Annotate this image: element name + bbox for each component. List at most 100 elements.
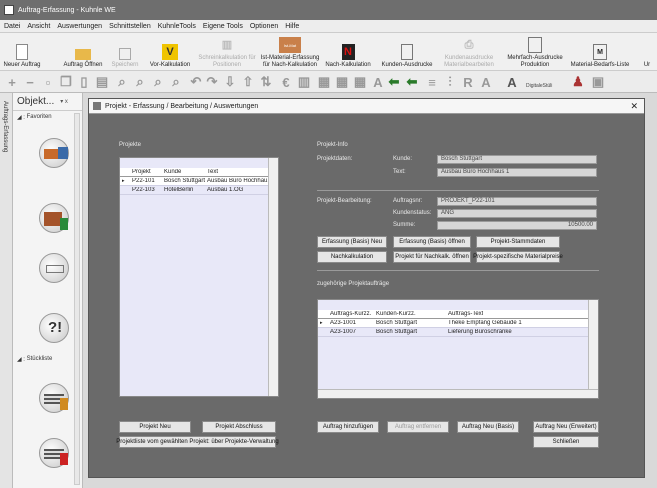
customer-printouts-button[interactable]: Kunden-Ausdrucke (380, 35, 434, 69)
multi-printouts-button[interactable]: Mehrfach-Ausdrucke Produktion (505, 35, 565, 69)
open-order-button[interactable]: Auftrag Öffnen (62, 35, 104, 69)
postcalc-button[interactable]: N Nach-Kalkulation (324, 35, 372, 69)
printout-icon (401, 44, 413, 60)
project-list-button[interactable]: Projektliste vom gewählten Projekt: über… (116, 436, 279, 448)
menu-ansicht[interactable]: Ansicht (27, 23, 50, 30)
article-icon[interactable] (39, 203, 69, 233)
project-info-label: Projekt-Info (317, 142, 348, 148)
postcalc-button[interactable]: Nachkalkulation (317, 251, 387, 263)
actual-material-button[interactable]: Ist-Mat Ist-Material-Erfassung für Nach-… (258, 35, 322, 69)
order-remove-button[interactable]: Auftrag entfernen (387, 421, 449, 433)
menu-optionen[interactable]: Optionen (250, 23, 278, 30)
arrow-right-green-icon[interactable]: ⬅ (404, 74, 420, 90)
copy-icon[interactable]: ❐ (58, 74, 74, 90)
undo-icon[interactable]: ↶ (188, 74, 204, 90)
move-down-icon[interactable]: ⇩ (222, 74, 238, 90)
digital-label: DigitaleStüli (526, 83, 553, 89)
new-order-button[interactable]: Neuer Auftrag (2, 35, 42, 69)
zoom-in-icon[interactable]: ⌕ (132, 74, 148, 90)
chart-icon: ▥ (221, 38, 233, 51)
order-new-basis-button[interactable]: Auftrag Neu (Basis) (457, 421, 519, 433)
grid1-icon[interactable]: ▦ (316, 74, 332, 90)
panel-scrollbar[interactable] (74, 113, 80, 485)
bom-g-icon[interactable] (39, 383, 69, 413)
zoom-out-icon[interactable]: ⌕ (150, 74, 166, 90)
customer-status-field: ANG (437, 209, 597, 218)
person-icon[interactable]: ♟ (570, 74, 586, 90)
format-icon[interactable]: ≡ (424, 74, 440, 90)
minus-icon[interactable]: − (22, 74, 38, 90)
replace-icon[interactable]: R (460, 74, 476, 90)
grid2-icon[interactable]: ▦ (334, 74, 350, 90)
text-a-icon[interactable]: A (370, 74, 386, 90)
keyboard-icon[interactable] (39, 253, 69, 283)
material-icon: Ist-Mat (279, 37, 301, 53)
save-button[interactable]: Speichern (110, 35, 140, 69)
basis-open-button[interactable]: Erfassung (Basis) öffnen (393, 236, 471, 248)
order-new-ext-button[interactable]: Auftrag Neu (Erweitert) (533, 421, 599, 433)
text-size-icon[interactable]: A (478, 74, 494, 90)
orders-grid-vscrollbar[interactable] (588, 300, 598, 389)
arrow-left-green-icon[interactable]: ⬅ (386, 74, 402, 90)
menu-hilfe[interactable]: Hilfe (285, 23, 299, 30)
projects-grid[interactable]: Projekt Kunde Text ▸ P22-101 Bosch Stutt… (119, 157, 279, 397)
pin-close-icon[interactable]: ▾ x (60, 98, 68, 105)
help-question-icon[interactable]: ?! (39, 313, 69, 343)
group-bom[interactable]: ◢ : Stückliste (13, 353, 52, 365)
vtab-order-entry[interactable]: Auftrags-Erfassung (2, 101, 8, 152)
supplier-printouts-button[interactable]: ⎙ Kundenausdrucke Materialbearbeiten (440, 35, 498, 69)
list-icon[interactable]: ▤ (94, 74, 110, 90)
question-mark-icon: ?! (48, 319, 63, 336)
material-list-button[interactable]: M Material-Bedarfs-Liste (570, 35, 630, 69)
redo-icon[interactable]: ↷ (204, 74, 220, 90)
sort-icon[interactable]: ⇅ (258, 74, 274, 90)
labor-calc-button[interactable]: ▥ Schreinkalkulation für Positionen (198, 35, 256, 69)
currency-icon[interactable]: € (278, 74, 294, 90)
orders-grid[interactable]: Auftrags-Kurzz. Kunden-Kurzz. Auftrags-T… (317, 299, 599, 399)
plus-icon[interactable]: + (4, 74, 20, 90)
basis-new-button[interactable]: Erfassung (Basis) Neu (317, 236, 387, 248)
project-edit-label: Projekt-Bearbeitung: (317, 198, 372, 204)
printer-icon: ⎙ (464, 38, 474, 51)
customer-status-label: Kundenstatus: (393, 210, 432, 216)
orders-grid-hscrollbar[interactable] (318, 389, 598, 398)
move-up-icon[interactable]: ⇧ (240, 74, 256, 90)
text-field: Ausbau Büro Hochhaus 1 (437, 168, 597, 177)
more-button[interactable]: Ur (640, 35, 654, 69)
grid3-icon[interactable]: ▦ (352, 74, 368, 90)
menu-eigene-tools[interactable]: Eigene Tools (203, 23, 243, 30)
table-row[interactable]: P22-103 HotelBerlin Ausbau 1.OG (120, 186, 268, 195)
project-new-button[interactable]: Projekt Neu (119, 421, 191, 433)
precalc-button[interactable]: V Vor-Kalkulation (147, 35, 193, 69)
menu-auswertungen[interactable]: Auswertungen (57, 23, 102, 30)
delete-icon[interactable]: ▯ (76, 74, 92, 90)
main-toolbar: Neuer Auftrag Auftrag Öffnen Speichern V… (0, 33, 657, 71)
project-dialog: Projekt - Erfassung / Bearbeitung / Ausw… (88, 98, 645, 478)
project-close-button[interactable]: Projekt Abschluss (202, 421, 276, 433)
table-row[interactable]: ▸ P22-101 Bosch Stuttgart Ausbau Büro Ho… (120, 177, 269, 186)
menu-datei[interactable]: Datei (4, 23, 20, 30)
font-a-icon[interactable]: A (504, 74, 520, 90)
table-row[interactable]: ▸ A23-1001 Bosch Stuttgart Theke Empfang… (318, 319, 588, 328)
close-button[interactable]: Schließen (533, 436, 599, 448)
project-icon[interactable] (39, 138, 69, 168)
filter-icon[interactable]: ▫ (40, 74, 56, 90)
menu-schnittstellen[interactable]: Schnittstellen (109, 23, 151, 30)
search-icon[interactable]: ⌕ (168, 74, 184, 90)
bom-s-icon[interactable] (39, 438, 69, 468)
settings-icon[interactable]: ▣ (590, 74, 606, 90)
table-row[interactable]: A23-1007 Bosch Stuttgart Lieferung Büros… (318, 328, 588, 337)
align-icon[interactable]: ⫶ (442, 74, 458, 90)
zoom-icon[interactable]: ⌕ (114, 74, 130, 90)
project-postcalc-button[interactable]: Projekt für Nachkalk. öffnen (393, 251, 471, 263)
close-icon[interactable]: ✕ (630, 101, 638, 112)
master-data-button[interactable]: Projekt-Stammdaten (476, 236, 560, 248)
text-label: Text: (393, 169, 406, 175)
separator (317, 270, 599, 271)
projects-grid-scrollbar[interactable] (268, 158, 278, 396)
order-add-button[interactable]: Auftrag hinzufügen (317, 421, 379, 433)
column-icon[interactable]: ▥ (296, 74, 312, 90)
menu-kuhnletools[interactable]: KuhnleTools (158, 23, 196, 30)
group-favorites[interactable]: ◢ : Favoriten (13, 111, 82, 123)
material-prices-button[interactable]: Projekt-spezifische Materialpreise (473, 251, 563, 263)
